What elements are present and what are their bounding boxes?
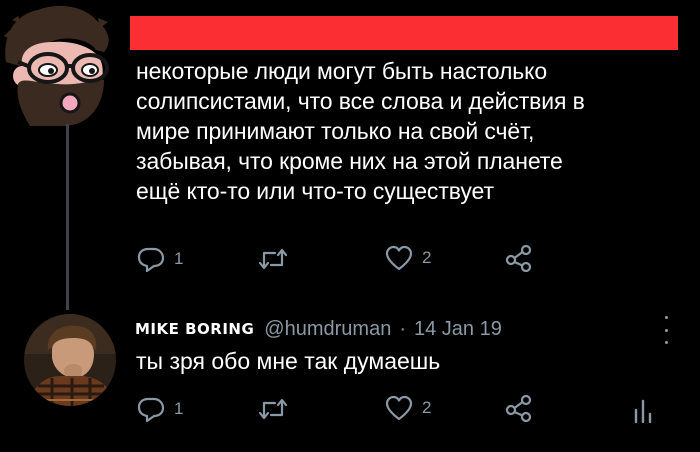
share-icon	[504, 394, 534, 422]
reply-count: 1	[174, 249, 184, 268]
avatar-illustration[interactable]	[0, 0, 122, 126]
more-icon	[664, 316, 668, 319]
share-button[interactable]	[504, 394, 534, 422]
retweet-button[interactable]	[258, 247, 288, 271]
tweet-date[interactable]: 14 Jan 19	[414, 318, 502, 341]
like-button[interactable]: 2	[385, 395, 431, 421]
reply-button[interactable]: 1	[137, 396, 183, 422]
tweet-header: MIKE BORING @humdruman · 14 Jan 19	[135, 316, 502, 342]
thread-connector-line	[66, 124, 69, 310]
user-avatar[interactable]	[24, 314, 116, 406]
retweet-icon	[258, 397, 288, 421]
heart-icon	[385, 395, 413, 421]
like-count: 2	[422, 248, 432, 267]
analytics-button[interactable]	[632, 398, 654, 424]
share-button[interactable]	[504, 244, 534, 272]
retweet-button[interactable]	[258, 397, 288, 421]
share-icon	[504, 244, 534, 272]
reply-icon	[137, 246, 165, 272]
reply-button[interactable]: 1	[137, 246, 183, 272]
like-button[interactable]: 2	[385, 245, 431, 271]
more-options-button[interactable]	[660, 316, 672, 344]
display-name[interactable]: MIKE BORING	[135, 320, 254, 338]
heart-icon	[385, 245, 413, 271]
like-count: 2	[422, 398, 432, 417]
separator-dot: ·	[399, 317, 406, 340]
analytics-icon	[632, 398, 654, 424]
reply-icon	[137, 396, 165, 422]
tweet-text: некоторые люди могут быть настолько соли…	[136, 58, 585, 204]
reply-text: ты зря обо мне так думаешь	[136, 348, 441, 374]
redacted-name-bar	[130, 16, 678, 50]
reply-count: 1	[174, 399, 184, 418]
more-icon	[664, 328, 668, 332]
retweet-icon	[258, 247, 288, 271]
user-handle[interactable]: @humdruman	[264, 318, 391, 341]
more-icon	[664, 341, 668, 344]
